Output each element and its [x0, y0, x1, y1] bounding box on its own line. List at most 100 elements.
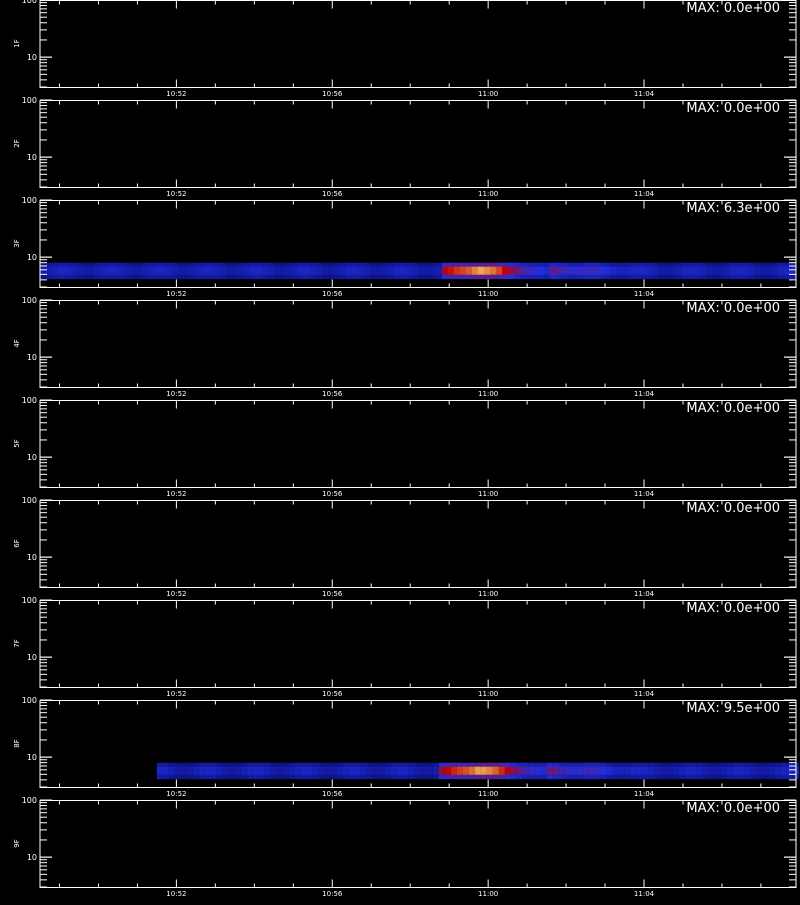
intensity-cell [688, 274, 694, 280]
intensity-cell [238, 266, 244, 272]
intensity-cell [366, 774, 373, 780]
intensity-cell [316, 266, 322, 272]
intensity-cell [234, 766, 241, 772]
intensity-cell [322, 270, 328, 276]
intensity-cell [318, 766, 325, 772]
intensity-cell [622, 262, 628, 268]
intensity-cell [322, 266, 328, 272]
intensity-cell [558, 774, 565, 780]
x-tick-label: 11:04 [634, 90, 655, 98]
intensity-cell [592, 274, 598, 280]
intensity-cell [100, 270, 106, 276]
intensity-cell [774, 766, 781, 772]
intensity-cell [456, 762, 463, 768]
intensity-cell [738, 762, 745, 768]
panel-label: 1F [13, 39, 21, 47]
intensity-cell [370, 270, 376, 276]
intensity-cell [522, 774, 529, 780]
x-tick-label: 10:52 [166, 890, 186, 898]
intensity-cell [160, 270, 166, 276]
intensity-cell [744, 770, 751, 776]
intensity-cell [522, 770, 529, 776]
panel-3F: 100 10 10:52 10:56 11:00 11:04 3F MAX: 6.3e+00 [13, 196, 797, 298]
intensity-cell [348, 762, 355, 768]
intensity-cell [732, 766, 739, 772]
intensity-cell [208, 262, 214, 268]
intensity-cell [204, 774, 211, 780]
intensity-cell [484, 274, 490, 280]
intensity-cell [472, 266, 478, 272]
intensity-cell [750, 770, 757, 776]
intensity-cell [106, 266, 112, 272]
intensity-cell [546, 766, 553, 772]
intensity-cell [684, 774, 691, 780]
intensity-cell [136, 270, 142, 276]
intensity-cell [282, 762, 289, 768]
intensity-cell [438, 770, 445, 776]
intensity-cell [468, 766, 475, 772]
y-tick-label: 10 [27, 753, 37, 762]
intensity-cell [354, 762, 361, 768]
intensity-cell [364, 262, 370, 268]
intensity-cell [204, 766, 211, 772]
intensity-cell [448, 270, 454, 276]
intensity-cell [634, 266, 640, 272]
intensity-cell [556, 266, 562, 272]
panel-7F: 100 10 10:52 10:56 11:00 11:04 7F MAX: 0.0e+00 [13, 596, 797, 698]
intensity-cell [408, 762, 415, 768]
x-tick-label: 10:56 [322, 790, 343, 798]
panel-label: 2F [13, 139, 21, 147]
intensity-cell [568, 262, 574, 268]
intensity-cell [660, 762, 667, 768]
intensity-cell [760, 266, 766, 272]
intensity-cell [304, 270, 310, 276]
intensity-cell [340, 262, 346, 268]
intensity-cell [318, 774, 325, 780]
intensity-cell [420, 766, 427, 772]
intensity-cell [606, 770, 613, 776]
intensity-cell [630, 766, 637, 772]
intensity-cell [780, 770, 787, 776]
plot-frame [39, 800, 797, 888]
intensity-cell [172, 270, 178, 276]
intensity-cell [588, 762, 595, 768]
intensity-cell [670, 270, 676, 276]
intensity-cell [588, 770, 595, 776]
intensity-cell [628, 262, 634, 268]
intensity-cell [210, 770, 217, 776]
intensity-cell [562, 274, 568, 280]
intensity-cell [136, 274, 142, 280]
intensity-cell [168, 770, 175, 776]
intensity-cell [186, 766, 193, 772]
intensity-cell [738, 770, 745, 776]
intensity-cell [438, 766, 445, 772]
intensity-cell [418, 274, 424, 280]
intensity-cell [544, 266, 550, 272]
intensity-cell [508, 262, 514, 268]
intensity-cell [726, 770, 733, 776]
intensity-cell [520, 270, 526, 276]
intensity-cell [562, 262, 568, 268]
intensity-cell [384, 766, 391, 772]
intensity-cell [730, 270, 736, 276]
intensity-cell [406, 266, 412, 272]
intensity-cell [702, 774, 709, 780]
intensity-cell [600, 774, 607, 780]
intensity-cell [648, 766, 655, 772]
intensity-cell [292, 270, 298, 276]
intensity-cell [58, 274, 64, 280]
intensity-cell [742, 262, 748, 268]
y-tick-label: 10 [27, 53, 37, 62]
panel-9F: 100 10 10:52 10:56 11:00 11:04 9F MAX: 0.0e+00 [13, 796, 797, 898]
intensity-cell [448, 274, 454, 280]
intensity-cell [274, 262, 280, 268]
intensity-cell [570, 774, 577, 780]
intensity-cell [684, 770, 691, 776]
intensity-cell [174, 770, 181, 776]
intensity-cell [384, 762, 391, 768]
intensity-cell [478, 270, 484, 276]
intensity-cell [690, 762, 697, 768]
intensity-cell [166, 262, 172, 268]
intensity-cell [784, 266, 790, 272]
intensity-cell [714, 770, 721, 776]
